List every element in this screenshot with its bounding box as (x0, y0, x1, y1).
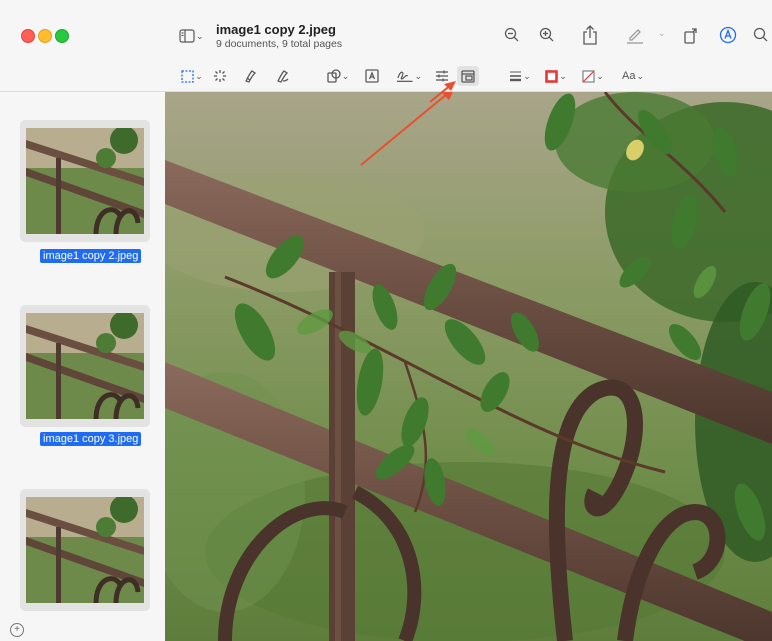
window-subtitle: 9 documents, 9 total pages (216, 38, 343, 50)
sign-button[interactable]: ⌄ (396, 66, 422, 86)
thumbnail-image (26, 497, 144, 603)
instant-alpha-icon (214, 70, 226, 82)
text-style-icon: Aa (621, 70, 636, 82)
zoom-out-icon (504, 27, 519, 42)
document-title: image1 copy 2.jpeg 9 documents, 9 total … (216, 22, 342, 51)
zoom-in-icon (539, 27, 554, 42)
selection-tool-button[interactable]: ⌄ (179, 66, 205, 86)
rotate-button[interactable] (682, 24, 700, 46)
rotate-icon (684, 28, 697, 44)
border-color-icon (545, 69, 559, 83)
shape-style-icon (510, 71, 522, 82)
chevron-down-icon: ⌄ (596, 70, 604, 81)
draw-icon (277, 70, 289, 83)
share-icon (583, 25, 597, 45)
zoom-in-button[interactable] (538, 26, 556, 44)
markup-icon (719, 26, 737, 44)
text-style-button[interactable]: Aa ⌄ (621, 66, 645, 86)
shapes-icon (327, 69, 341, 83)
chevron-down-icon: ⌄ (523, 70, 531, 81)
thumbnail-label[interactable]: image1 copy 2.jpeg (40, 249, 142, 263)
fill-color-button[interactable]: ⌄ (581, 66, 605, 86)
adjust-size-icon (461, 69, 475, 83)
fill-color-icon (582, 69, 595, 83)
search-icon (753, 27, 768, 42)
border-color-button[interactable]: ⌄ (544, 66, 568, 86)
thumbnail-label[interactable]: image1 copy 3.jpeg (40, 432, 142, 446)
thumbnail-image (26, 128, 144, 234)
draw-button[interactable] (275, 66, 291, 86)
shapes-button[interactable]: ⌄ (326, 66, 350, 86)
zoom-window-button[interactable] (55, 29, 69, 43)
sketch-button[interactable] (243, 66, 259, 86)
share-button[interactable] (581, 24, 599, 46)
text-box-icon (365, 69, 379, 83)
chevron-down-icon: ⌄ (196, 30, 204, 41)
instant-alpha-button[interactable] (212, 66, 228, 86)
titlebar: ⌄ image1 copy 2.jpeg 9 documents, 9 tota… (0, 0, 772, 92)
sidebar-icon (179, 29, 195, 43)
selection-tool-icon (181, 69, 194, 83)
preview-window: ⌄ image1 copy 2.jpeg 9 documents, 9 tota… (0, 0, 772, 641)
thumbnail-item[interactable] (20, 489, 150, 611)
thumbnail-image (26, 313, 144, 419)
adjust-size-button[interactable] (457, 66, 479, 86)
chevron-down-icon: ⌄ (195, 70, 203, 81)
minimize-window-button[interactable] (38, 29, 52, 43)
sketch-icon (245, 70, 257, 83)
thumbnail-sidebar: image1 copy 2.jpeg image1 copy 3.jpeg (0, 92, 166, 641)
sign-icon (396, 71, 413, 82)
chevron-down-icon: ⌄ (559, 70, 567, 81)
search-button[interactable] (752, 26, 770, 44)
highlight-pen-icon (627, 29, 643, 44)
highlight-button[interactable] (625, 25, 645, 45)
markup-button[interactable] (718, 25, 738, 45)
close-window-button[interactable] (21, 29, 35, 43)
thumbnail-item[interactable] (20, 120, 150, 242)
chevron-down-icon: ⌄ (341, 70, 350, 81)
image-canvas[interactable] (165, 92, 772, 641)
shape-style-button[interactable]: ⌄ (508, 66, 532, 86)
add-page-button[interactable]: + (10, 623, 24, 637)
thumbnail-item[interactable] (20, 305, 150, 427)
window-title: image1 copy 2.jpeg (216, 22, 336, 37)
text-box-button[interactable] (364, 66, 380, 86)
chevron-down-icon: ⌄ (636, 70, 644, 81)
chevron-down-icon[interactable]: ⌄ (658, 28, 666, 39)
plus-icon: + (14, 624, 20, 635)
sidebar-toggle-button[interactable]: ⌄ (179, 27, 209, 45)
zoom-out-button[interactable] (503, 26, 521, 44)
photo-image (165, 92, 772, 641)
annotation-arrow-head (429, 81, 456, 103)
